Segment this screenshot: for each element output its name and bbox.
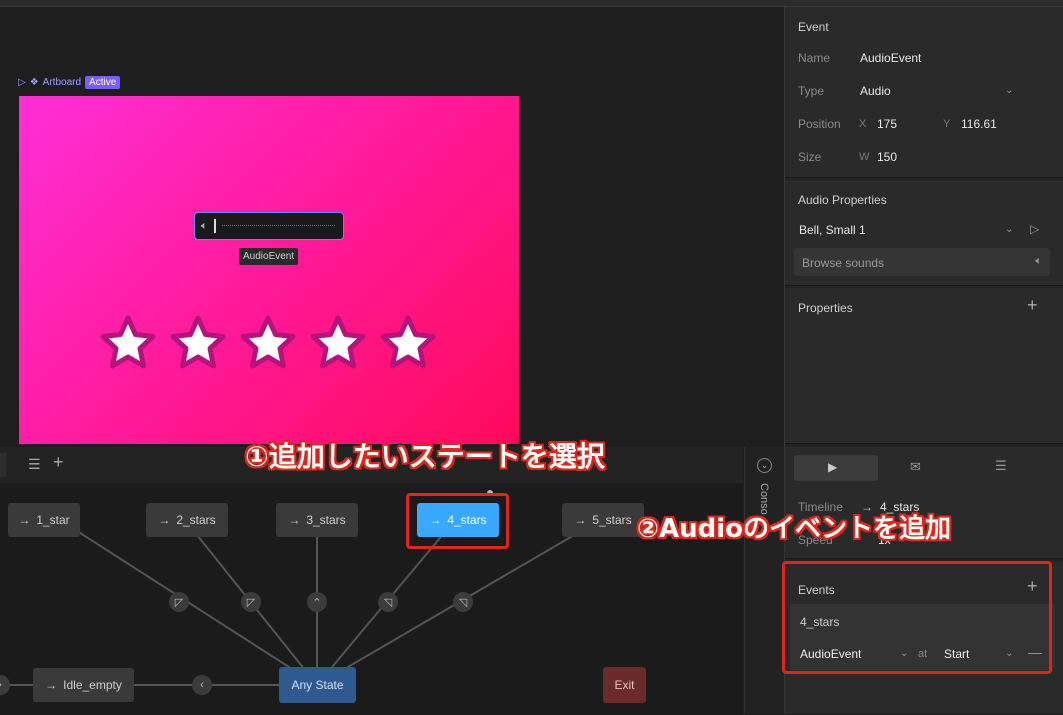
size-label: Size [798, 150, 822, 164]
speaker-icon: 🔈︎ [201, 219, 208, 232]
audio-event-widget[interactable]: 🔈︎ [194, 212, 344, 240]
playhead [213, 219, 216, 233]
properties-title: Properties [798, 301, 853, 315]
y-field[interactable]: 116.61 [961, 117, 997, 131]
transition-handle-5[interactable]: ◹ [453, 592, 473, 612]
top-strip [0, 0, 1063, 7]
annotation-step1: ①追加したいステートを選択 [245, 440, 605, 473]
type-select[interactable]: Audio [860, 84, 891, 98]
envelope-icon[interactable]: ✉︎ [910, 459, 921, 475]
transition-handle-1[interactable]: ◸ [169, 592, 189, 612]
transition-handle-2[interactable]: ◸ [241, 592, 261, 612]
active-badge: Active [85, 76, 121, 89]
browse-sounds-button[interactable]: Browse sounds 🔈︎ [794, 248, 1050, 276]
add-layer-icon[interactable]: + [53, 452, 64, 473]
event-section-title: Event [798, 20, 829, 34]
speaker-icon: 🔈︎ [1035, 255, 1042, 267]
play-box-icon: ▶︎ [828, 460, 838, 474]
arrow-right-icon: → [574, 513, 587, 527]
transition-handle-4[interactable]: ◹ [378, 592, 398, 612]
audio-properties-title: Audio Properties [798, 193, 887, 207]
y-label: Y [943, 118, 951, 130]
audio-event-tag: AudioEvent [239, 248, 299, 265]
state-node-5[interactable]: → 5_stars [562, 503, 644, 537]
highlight-box-events [782, 561, 1052, 674]
name-field[interactable]: AudioEvent [860, 51, 921, 65]
properties-section: Properties + [785, 288, 1063, 444]
audio-properties-section: Audio Properties Bell, Small 1 ⌄ ▷ Brows… [785, 180, 1063, 286]
waveform [221, 225, 335, 227]
add-property-icon[interactable]: + [1027, 295, 1038, 316]
w-label: W [859, 151, 870, 163]
list-icon[interactable]: ☰ [28, 456, 41, 473]
state-label: 3_stars [306, 513, 346, 527]
event-section: Event Name AudioEvent Type Audio ⌄ Posit… [785, 7, 1063, 178]
x-field[interactable]: 175 [877, 117, 897, 131]
state-node-3[interactable]: → 3_stars [276, 503, 358, 537]
console-panel[interactable]: ⌄ Conso [744, 447, 785, 714]
annotation-step2: ②Audioのイベントを追加 [637, 514, 952, 544]
type-label: Type [798, 84, 825, 98]
state-label: 5_stars [592, 513, 632, 527]
browse-sounds-label: Browse sounds [802, 256, 885, 270]
artboard-name: Artboard [42, 77, 82, 88]
state-label: 1_star [36, 513, 70, 527]
chevron-down-icon[interactable]: ⌄ [757, 458, 772, 473]
exit-state-node[interactable]: Exit [603, 667, 646, 703]
arrow-right-icon: → [288, 513, 301, 527]
state-label: Idle_empty [63, 678, 122, 692]
star-5 [383, 318, 433, 366]
highlight-box-state [406, 493, 509, 549]
state-node-2[interactable]: → 2_stars [146, 503, 228, 537]
w-field[interactable]: 150 [877, 150, 897, 164]
arrow-right-icon: → [45, 678, 58, 692]
artboard-icon: ❖ [29, 77, 39, 88]
star-1 [103, 318, 153, 366]
state-label: 2_stars [176, 513, 216, 527]
layer-tab[interactable] [0, 453, 6, 477]
star-2 [173, 318, 223, 366]
idle-state-node[interactable]: → Idle_empty [33, 668, 134, 702]
chevron-down-icon[interactable]: ⌄ [1005, 224, 1013, 235]
artboard-label[interactable]: ▷ ❖ Artboard Active [18, 75, 121, 90]
x-label: X [859, 118, 867, 130]
star-4 [313, 318, 363, 366]
star-3 [243, 318, 293, 366]
arrow-right-icon: → [18, 513, 31, 527]
artboard[interactable] [19, 96, 519, 444]
transition-handle-idle[interactable]: ‹ [192, 675, 212, 695]
state-label: Any State [291, 678, 344, 692]
transition-handle-3[interactable]: ⌃ [307, 592, 327, 612]
play-icon[interactable]: ▷ [1030, 222, 1039, 236]
animation-tab[interactable]: ▶︎ [794, 455, 878, 481]
state-label: Exit [614, 678, 635, 692]
play-icon[interactable]: ▷ [18, 77, 26, 88]
sound-select[interactable]: Bell, Small 1 [799, 223, 866, 237]
any-state-node[interactable]: Any State [279, 667, 356, 703]
stars-row [100, 312, 440, 374]
name-label: Name [798, 51, 831, 65]
arrow-right-icon: → [158, 513, 171, 527]
position-label: Position [798, 117, 841, 131]
state-node-1[interactable]: → 1_star [8, 503, 80, 537]
sliders-icon[interactable]: ☰ [995, 458, 1007, 474]
chevron-down-icon[interactable]: ⌄ [1005, 85, 1013, 96]
